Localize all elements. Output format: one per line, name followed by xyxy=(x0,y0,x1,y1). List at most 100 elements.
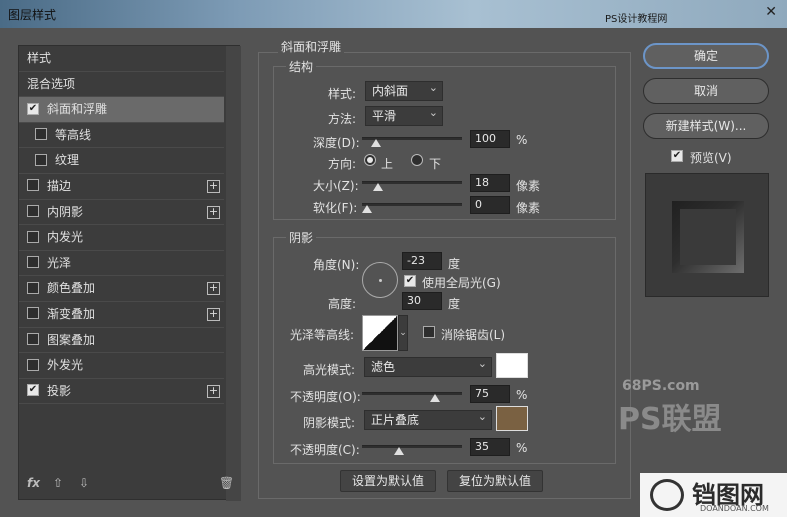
sidebar-item-checkbox[interactable] xyxy=(27,333,39,346)
soften-slider[interactable] xyxy=(362,203,462,213)
close-icon[interactable]: ✕ xyxy=(765,4,777,20)
soften-label: 软化(F): xyxy=(313,201,358,215)
add-effect-icon[interactable]: + xyxy=(207,307,220,321)
direction-up-label: 上 xyxy=(381,157,394,171)
move-down-icon[interactable]: ⇩ xyxy=(79,476,89,490)
sidebar-item[interactable]: 等高线 xyxy=(19,123,224,149)
highlight-opacity-input[interactable]: 75 xyxy=(470,385,510,403)
highlight-mode-label: 高光模式: xyxy=(303,363,356,377)
ok-button[interactable]: 确定 xyxy=(643,43,769,69)
sidebar-item-checkbox[interactable] xyxy=(27,307,39,320)
technique-select[interactable]: 平滑 xyxy=(365,104,443,126)
size-slider[interactable] xyxy=(362,181,462,191)
watermark-brand: PS联盟 xyxy=(618,402,722,437)
window-title: 图层样式 xyxy=(8,8,57,22)
chevron-down-icon[interactable]: ⌄ xyxy=(398,315,408,351)
sidebar-item[interactable]: 描边 + xyxy=(19,174,224,200)
add-effect-icon[interactable]: + xyxy=(207,179,220,193)
sidebar-item-label: 投影 xyxy=(47,383,72,398)
add-effect-icon[interactable]: + xyxy=(207,282,220,296)
trash-icon[interactable]: 🗑 xyxy=(219,476,234,490)
shading-title: 阴影 xyxy=(286,229,317,246)
highlight-mode-select[interactable]: 滤色 xyxy=(364,355,492,377)
sidebar-item-checkbox[interactable] xyxy=(27,205,39,218)
antialias-checkbox[interactable] xyxy=(423,326,435,338)
sidebar-item-checkbox[interactable] xyxy=(27,281,39,294)
sidebar-item[interactable]: 渐变叠加 + xyxy=(19,302,224,328)
sidebar-item[interactable]: ✔ 投影 + xyxy=(19,379,224,405)
sidebar-item-checkbox[interactable] xyxy=(27,256,39,269)
sidebar-item-checkbox[interactable] xyxy=(27,179,39,192)
cancel-button[interactable]: 取消 xyxy=(643,78,769,104)
highlight-opacity-label: 不透明度(O): xyxy=(290,390,361,404)
direction-up-radio[interactable] xyxy=(364,154,376,166)
depth-thumb[interactable] xyxy=(371,139,381,147)
soften-input[interactable]: 0 xyxy=(470,196,510,214)
style-list-panel: 样式 混合选项 ✔ 斜面和浮雕等高线纹理描边 + 内阴影 + 内发光 光泽颜色叠加 + 渐变叠加 + 图… xyxy=(18,45,241,501)
sidebar-item-label: 外发光 xyxy=(47,358,84,373)
sidebar-item[interactable]: 内发光 xyxy=(19,225,224,251)
style-list: 样式 混合选项 ✔ 斜面和浮雕等高线纹理描边 + 内阴影 + 内发光 光泽颜色叠加 + 渐变叠加 + 图… xyxy=(19,46,224,405)
angle-unit: 度 xyxy=(448,257,461,271)
sidebar-item-label: 纹理 xyxy=(55,153,80,168)
sidebar-item-label: 渐变叠加 xyxy=(47,306,96,321)
style-preview xyxy=(645,173,769,297)
sidebar-item-label: 颜色叠加 xyxy=(47,281,96,296)
watermark-site: 68PS.com xyxy=(622,378,700,394)
highlight-opacity-unit: % xyxy=(516,388,528,402)
shadow-mode-select[interactable]: 正片叠底 xyxy=(364,408,492,430)
direction-label: 方向: xyxy=(328,157,357,171)
bevel-section-title: 斜面和浮雕 xyxy=(278,38,345,55)
site-tag: PS设计教程网 xyxy=(605,14,668,25)
direction-down-radio[interactable] xyxy=(411,154,423,166)
shadow-color-swatch[interactable] xyxy=(496,406,528,431)
style-label: 样式: xyxy=(328,87,357,101)
highlight-opacity-thumb[interactable] xyxy=(429,394,440,402)
sidebar-item[interactable]: 纹理 xyxy=(19,148,224,174)
global-light-checkbox[interactable]: ✔ xyxy=(404,275,416,287)
sidebar-item[interactable]: 颜色叠加 + xyxy=(19,276,224,302)
shadow-opacity-input[interactable]: 35 xyxy=(470,438,510,456)
size-input[interactable]: 18 xyxy=(470,174,510,192)
sidebar-item-checkbox[interactable]: ✔ xyxy=(27,384,39,397)
sidebar-item[interactable]: 样式 xyxy=(19,46,224,72)
sidebar-item[interactable]: 外发光 xyxy=(19,353,224,379)
sidebar-item-checkbox[interactable] xyxy=(35,153,47,166)
sidebar-item-checkbox[interactable] xyxy=(35,128,47,141)
sidebar-item-checkbox[interactable] xyxy=(27,230,39,243)
altitude-input[interactable]: 30 xyxy=(402,292,442,310)
shadow-opacity-thumb[interactable] xyxy=(393,447,404,455)
shadow-opacity-slider[interactable] xyxy=(362,445,462,455)
fx-icon[interactable]: fx xyxy=(27,476,40,490)
highlight-color-swatch[interactable] xyxy=(496,353,528,378)
angle-input[interactable]: -23 xyxy=(402,252,442,270)
preview-checkbox[interactable]: ✔ xyxy=(671,150,683,162)
depth-slider[interactable] xyxy=(362,137,462,147)
sidebar-item[interactable]: 混合选项 xyxy=(19,72,224,98)
sidebar-item-label: 等高线 xyxy=(55,127,92,142)
add-effect-icon[interactable]: + xyxy=(207,384,220,398)
new-style-button[interactable]: 新建样式(W)... xyxy=(643,113,769,139)
reset-default-button[interactable]: 复位为默认值 xyxy=(447,470,543,492)
size-thumb[interactable] xyxy=(372,183,383,191)
highlight-opacity-slider[interactable] xyxy=(362,392,462,402)
sidebar-item[interactable]: 内阴影 + xyxy=(19,200,224,226)
sidebar-item-checkbox[interactable] xyxy=(27,358,39,371)
shadow-mode-label: 阴影模式: xyxy=(303,416,356,430)
move-up-icon[interactable]: ⇧ xyxy=(53,476,63,490)
preview-label: 预览(V) xyxy=(690,151,732,165)
style-select[interactable]: 内斜面 xyxy=(365,79,443,101)
gloss-contour-thumbnail[interactable] xyxy=(362,315,398,351)
add-effect-icon[interactable]: + xyxy=(207,205,220,219)
depth-input[interactable]: 100 xyxy=(470,130,510,148)
sidebar-item-checkbox[interactable]: ✔ xyxy=(27,102,39,115)
shadow-opacity-unit: % xyxy=(516,441,528,455)
sidebar-item[interactable]: ✔ 斜面和浮雕 xyxy=(19,97,224,123)
make-default-button[interactable]: 设置为默认值 xyxy=(340,470,436,492)
scrollbar[interactable] xyxy=(226,46,241,501)
angle-dial[interactable] xyxy=(362,262,398,298)
sidebar-item[interactable]: 光泽 xyxy=(19,251,224,277)
sidebar-item[interactable]: 图案叠加 xyxy=(19,328,224,354)
size-label: 大小(Z): xyxy=(313,179,359,193)
soften-thumb[interactable] xyxy=(362,205,372,213)
